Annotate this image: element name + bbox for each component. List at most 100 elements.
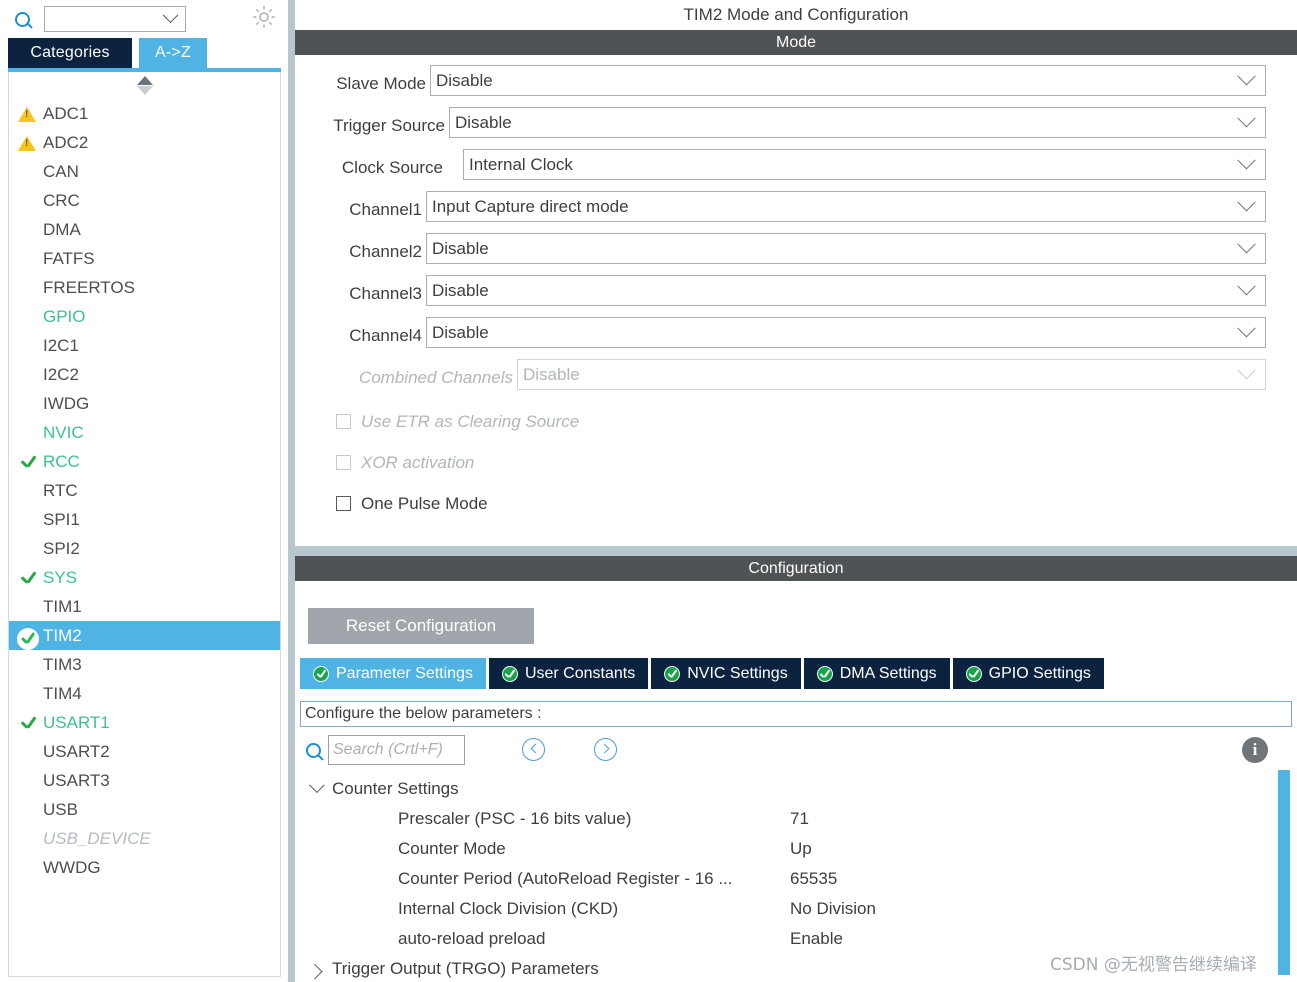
parameter-name: auto-reload preload — [398, 929, 546, 948]
tab-parameter-settings[interactable]: Parameter Settings — [300, 658, 486, 689]
sidebar-item-usart3[interactable]: USART3 — [9, 766, 280, 795]
tab-user-constants-label: User Constants — [524, 664, 636, 682]
tab-gpio-settings[interactable]: GPIO Settings — [952, 658, 1104, 689]
parameter-row[interactable]: Counter Period (AutoReload Register - 16… — [300, 864, 1275, 894]
mode-body: Slave Mode Disable Trigger Source Disable Cl… — [295, 55, 1297, 524]
dropdown-clock-source[interactable]: Internal Clock — [463, 149, 1266, 180]
tab-a-to-z-label: A->Z — [155, 44, 191, 61]
chevron-down-icon — [1237, 235, 1256, 254]
sidebar-item-sys[interactable]: SYS — [9, 563, 280, 592]
sidebar-item-crc[interactable]: CRC — [9, 186, 280, 215]
parameter-value[interactable]: 71 — [790, 810, 809, 827]
sidebar-item-iwdg[interactable]: IWDG — [9, 389, 280, 418]
parameter-search-input[interactable] — [328, 735, 465, 765]
sidebar-item-i2c2[interactable]: I2C2 — [9, 360, 280, 389]
sidebar-item-label: SPI1 — [43, 510, 80, 529]
sidebar-item-freertos[interactable]: FREERTOS — [9, 273, 280, 302]
peripheral-search-input[interactable] — [49, 8, 161, 30]
sidebar-item-adc1[interactable]: ADC1 — [9, 99, 280, 128]
sidebar-item-tim3[interactable]: TIM3 — [9, 650, 280, 679]
sidebar-item-gpio[interactable]: GPIO — [9, 302, 280, 331]
parameter-search-icon[interactable] — [306, 743, 321, 758]
dropdown-slave-mode[interactable]: Disable — [430, 65, 1266, 96]
parameter-value[interactable]: Up — [790, 840, 812, 857]
sidebar-item-adc2[interactable]: ADC2 — [9, 128, 280, 157]
dropdown-channel1[interactable]: Input Capture direct mode — [426, 191, 1266, 222]
sidebar-item-tim2[interactable]: TIM2 — [9, 621, 280, 650]
sidebar-item-label: TIM3 — [43, 655, 82, 674]
sidebar-item-spi1[interactable]: SPI1 — [9, 505, 280, 534]
tree-group-counter-settings[interactable]: Counter Settings — [300, 774, 1275, 804]
dropdown-channel4[interactable]: Disable — [426, 317, 1266, 348]
sidebar-item-spi2[interactable]: SPI2 — [9, 534, 280, 563]
sidebar-item-tim1[interactable]: TIM1 — [9, 592, 280, 621]
chevron-down-icon[interactable] — [309, 776, 325, 793]
tab-dma-settings[interactable]: DMA Settings — [803, 658, 950, 689]
parameter-name: Prescaler (PSC - 16 bits value) — [398, 809, 632, 828]
dropdown-trigger-source[interactable]: Disable — [449, 107, 1266, 138]
search-next-button[interactable] — [594, 738, 617, 761]
tab-categories-label: Categories — [30, 44, 110, 61]
dropdown-channel3[interactable]: Disable — [426, 275, 1266, 306]
gear-icon[interactable] — [249, 2, 279, 32]
parameter-value[interactable]: 65535 — [790, 870, 837, 887]
sidebar-item-label: USART3 — [43, 771, 110, 790]
checkbox-one-pulse-mode[interactable] — [336, 496, 351, 511]
sidebar-item-can[interactable]: CAN — [9, 157, 280, 186]
checkbox-xor-activation — [336, 455, 351, 470]
status-icon-none — [15, 422, 43, 444]
parameter-row[interactable]: Prescaler (PSC - 16 bits value) 71 — [300, 804, 1275, 834]
sidebar-item-label: RTC — [43, 481, 78, 500]
sidebar-item-rcc[interactable]: RCC — [9, 447, 280, 476]
sidebar-item-fatfs[interactable]: FATFS — [9, 244, 280, 273]
sidebar-item-usb[interactable]: USB — [9, 795, 280, 824]
status-icon-none — [15, 683, 43, 705]
sidebar-item-usb-device[interactable]: USB_DEVICE — [9, 824, 280, 853]
parameter-row[interactable]: Internal Clock Division (CKD) No Division — [300, 894, 1275, 924]
sidebar-item-label: USART1 — [43, 713, 110, 732]
list-sort-header[interactable] — [9, 72, 280, 99]
status-icon-none — [15, 364, 43, 386]
search-prev-button[interactable] — [522, 738, 545, 761]
tab-user-constants[interactable]: User Constants — [488, 658, 649, 689]
tab-a-to-z[interactable]: A->Z — [139, 38, 207, 68]
sidebar-item-label: I2C1 — [43, 336, 79, 355]
sidebar-item-dma[interactable]: DMA — [9, 215, 280, 244]
sidebar-item-label: SPI2 — [43, 539, 80, 558]
mode-field-row: Channel2 Disable — [295, 233, 1297, 275]
info-icon[interactable]: i — [1242, 737, 1268, 763]
mode-field-row: Slave Mode Disable — [295, 65, 1297, 107]
tab-categories[interactable]: Categories — [8, 38, 132, 68]
tab-nvic-settings[interactable]: NVIC Settings — [651, 658, 801, 689]
checkbox-row-one-pulse-mode[interactable]: One Pulse Mode — [295, 483, 1297, 524]
status-icon-none — [15, 538, 43, 560]
parameter-value[interactable]: No Division — [790, 900, 876, 917]
sidebar-item-tim4[interactable]: TIM4 — [9, 679, 280, 708]
sort-arrows-icon[interactable] — [137, 76, 153, 95]
status-icon-none — [15, 509, 43, 531]
sidebar-item-label: USB — [43, 800, 78, 819]
mode-field-row: Clock Source Internal Clock — [295, 149, 1297, 191]
dropdown-combined-channels: Disable — [517, 359, 1266, 390]
right-pane: TIM2 Mode and Configuration Mode Slave M… — [288, 0, 1297, 982]
search-icon[interactable] — [0, 11, 44, 27]
status-icon-none — [15, 393, 43, 415]
sidebar-item-nvic[interactable]: NVIC — [9, 418, 280, 447]
sidebar-item-i2c1[interactable]: I2C1 — [9, 331, 280, 360]
status-icon-none — [15, 335, 43, 357]
sidebar-item-usart1[interactable]: USART1 — [9, 708, 280, 737]
peripheral-search-combo[interactable] — [44, 6, 186, 32]
chevron-down-icon[interactable] — [162, 6, 179, 23]
parameter-name: Internal Clock Division (CKD) — [398, 899, 619, 918]
sidebar-item-wwdg[interactable]: WWDG — [9, 853, 280, 882]
chevron-right-icon[interactable] — [307, 963, 323, 979]
dropdown-channel2[interactable]: Disable — [426, 233, 1266, 264]
parameter-row[interactable]: Counter Mode Up — [300, 834, 1275, 864]
parameter-tree-scrollbar[interactable] — [1278, 770, 1290, 975]
sidebar-item-rtc[interactable]: RTC — [9, 476, 280, 505]
parameter-value[interactable]: Enable — [790, 930, 843, 947]
sidebar-search-row — [0, 0, 288, 38]
sidebar-item-usart2[interactable]: USART2 — [9, 737, 280, 766]
status-icon-none — [15, 306, 43, 328]
reset-configuration-button[interactable]: Reset Configuration — [308, 608, 534, 644]
